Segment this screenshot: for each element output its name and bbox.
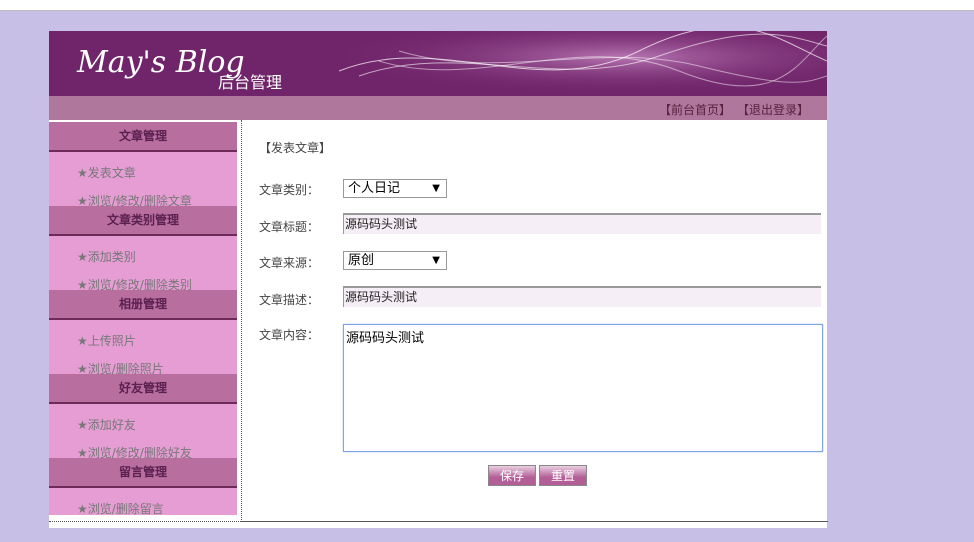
sidebar: 文章管理 ★发表文章 ★浏览/修改/删除文章 文章类别管理 ★添加类别 ★浏览/修改… — [49, 122, 237, 517]
sidebar-item-manage-photos[interactable]: ★浏览/删除照片 — [77, 360, 164, 377]
sidebar-item-manage-categories[interactable]: ★浏览/修改/删除类别 — [77, 276, 192, 293]
save-button[interactable]: 保存 — [488, 465, 536, 486]
sidebar-item-upload-photo[interactable]: ★上传照片 — [77, 332, 136, 349]
sidebar-item-manage-friends[interactable]: ★浏览/修改/删除好友 — [77, 444, 192, 461]
browser-top-strip — [0, 0, 974, 11]
source-label: 文章来源： — [259, 256, 320, 270]
top-nav: 【前台首页】 【退出登录】 — [49, 96, 827, 120]
sidebar-header-categories[interactable]: 文章类别管理 — [49, 206, 237, 236]
home-link[interactable]: 【前台首页】 — [659, 101, 731, 118]
sidebar-header-album[interactable]: 相册管理 — [49, 290, 237, 320]
source-select[interactable]: 原创 ▼ — [343, 251, 447, 270]
logout-link[interactable]: 【退出登录】 — [737, 101, 809, 118]
sidebar-item-add-friend[interactable]: ★添加好友 — [77, 416, 136, 433]
swirl-decoration — [319, 31, 827, 96]
bottom-divider — [49, 521, 827, 522]
sidebar-header-friends[interactable]: 好友管理 — [49, 374, 237, 404]
source-value: 原创 — [348, 253, 375, 268]
dropdown-arrow-icon: ▼ — [432, 255, 440, 266]
sidebar-item-manage-messages[interactable]: ★浏览/删除留言 — [77, 500, 164, 517]
page-container: May's Blog 后台管理 【前台首页】 【退出登录】 文章管理 ★发表文章 ★… — [49, 31, 828, 528]
article-form: 【发表文章】 文章类别： 个人日记 ▼ 文章标题： 源码码头测试 文章来源： 原创… — [241, 120, 828, 522]
content-label: 文章内容： — [259, 328, 320, 342]
content-textarea[interactable]: 源码码头测试 — [343, 324, 823, 452]
sidebar-item-add-category[interactable]: ★添加类别 — [77, 248, 136, 265]
admin-subtitle: 后台管理 — [218, 73, 283, 92]
dropdown-arrow-icon: ▼ — [432, 183, 440, 194]
sidebar-item-publish-article[interactable]: ★发表文章 — [77, 164, 136, 181]
header-banner: May's Blog 后台管理 — [49, 31, 827, 96]
desc-input[interactable]: 源码码头测试 — [343, 286, 821, 307]
category-value: 个人日记 — [348, 181, 401, 196]
reset-button[interactable]: 重置 — [539, 465, 587, 486]
sidebar-header-articles[interactable]: 文章管理 — [49, 122, 237, 152]
sidebar-header-messages[interactable]: 留言管理 — [49, 458, 237, 488]
category-label: 文章类别： — [259, 183, 320, 197]
category-select[interactable]: 个人日记 ▼ — [343, 179, 447, 198]
sidebar-item-manage-articles[interactable]: ★浏览/修改/删除文章 — [77, 192, 192, 209]
title-input[interactable]: 源码码头测试 — [343, 213, 821, 234]
desc-label: 文章描述： — [259, 293, 320, 307]
title-label: 文章标题： — [259, 220, 320, 234]
form-title: 【发表文章】 — [259, 141, 332, 155]
